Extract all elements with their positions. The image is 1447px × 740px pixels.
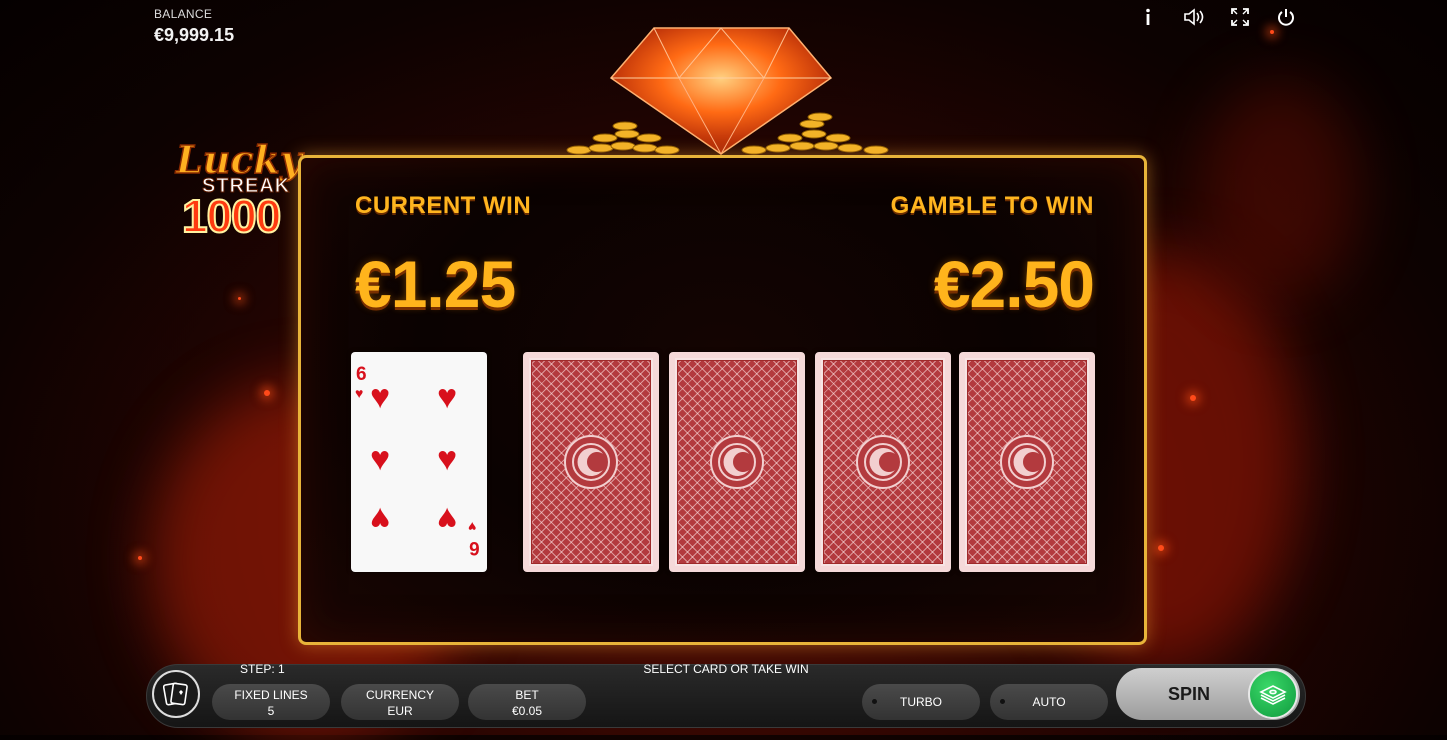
heart-icon: ♥: [437, 500, 458, 538]
card-emblem-icon: [564, 435, 618, 489]
heart-icon: ♥: [355, 385, 364, 401]
face-down-card-2[interactable]: [669, 352, 805, 572]
heart-icon: ♥: [370, 440, 391, 478]
auto-button[interactable]: AUTO: [990, 684, 1108, 720]
face-down-card-3[interactable]: [815, 352, 951, 572]
logo-1000: 1000: [181, 189, 282, 243]
current-win-value: €1.25: [355, 247, 516, 321]
balance-display: BALANCE €9,999.15: [154, 7, 234, 46]
turbo-button[interactable]: TURBO: [862, 684, 980, 720]
current-win-label: CURRENT WIN: [355, 192, 532, 219]
bet-label: BET: [515, 688, 539, 702]
ember: [1270, 30, 1274, 34]
playing-cards-icon: [163, 682, 188, 706]
heart-icon: ♥: [468, 519, 477, 535]
spin-button[interactable]: SPIN: [1116, 668, 1300, 720]
fullscreen-icon[interactable]: [1229, 6, 1251, 28]
ember: [1158, 545, 1164, 551]
fixed-lines-label: FIXED LINES: [234, 688, 308, 702]
money-stack-icon: [1259, 685, 1287, 705]
gamble-to-win-label: GAMBLE TO WIN: [890, 192, 1094, 219]
currency-value: EUR: [387, 704, 413, 718]
heart-icon: ♥: [370, 378, 391, 416]
gamble-to-win-value: €2.50: [933, 247, 1095, 321]
balance-label: BALANCE: [154, 7, 213, 21]
bottom-control-bar: STEP: 1 SELECT CARD OR TAKE WIN FIXED LI…: [146, 660, 1306, 730]
top-toolbar: [1137, 6, 1297, 28]
fixed-lines-display: FIXED LINES 5: [212, 684, 330, 720]
currency-label: CURRENCY: [365, 688, 434, 702]
heart-icon: ♥: [370, 500, 391, 538]
ember: [264, 390, 270, 396]
card-rank-top: 6: [356, 364, 367, 385]
ember: [1190, 395, 1196, 401]
turbo-label: TURBO: [900, 695, 942, 709]
gamble-cards-button[interactable]: [152, 670, 200, 718]
flame-glow-top-right: [1200, 80, 1360, 300]
card-emblem-icon: [856, 435, 910, 489]
power-icon[interactable]: [1275, 6, 1297, 28]
info-icon[interactable]: [1137, 6, 1159, 28]
auto-label: AUTO: [1032, 695, 1066, 709]
fixed-lines-value: 5: [267, 704, 275, 718]
gold-coins-icon: [741, 112, 889, 155]
spin-label: SPIN: [1168, 684, 1211, 704]
currency-display: CURRENCY EUR: [341, 684, 459, 720]
ember: [238, 297, 241, 300]
turbo-indicator-dot: [872, 699, 877, 704]
revealed-card-six-of-hearts: 6 ♥ ♥ ♥ ♥ ♥ ♥ ♥ ♥ 6: [351, 352, 487, 572]
heart-icon: ♥: [437, 440, 458, 478]
heart-icon: ♥: [437, 378, 458, 416]
card-emblem-icon: [1000, 435, 1054, 489]
gamble-panel: CURRENT WIN GAMBLE TO WIN €1.25 €2.50 6 …: [298, 155, 1147, 645]
ember: [138, 556, 142, 560]
bet-selector[interactable]: BET €0.05: [468, 684, 586, 720]
auto-indicator-dot: [1000, 699, 1005, 704]
balance-value: €9,999.15: [154, 25, 235, 45]
card-emblem-icon: [710, 435, 764, 489]
card-rank-bottom: 6: [469, 537, 480, 558]
face-down-card-4[interactable]: [959, 352, 1095, 572]
take-win-button[interactable]: [1248, 669, 1298, 719]
gold-coins-icon: [566, 121, 680, 155]
face-down-card-1[interactable]: [523, 352, 659, 572]
bet-value: €0.05: [511, 704, 543, 718]
sound-icon[interactable]: [1183, 6, 1205, 28]
